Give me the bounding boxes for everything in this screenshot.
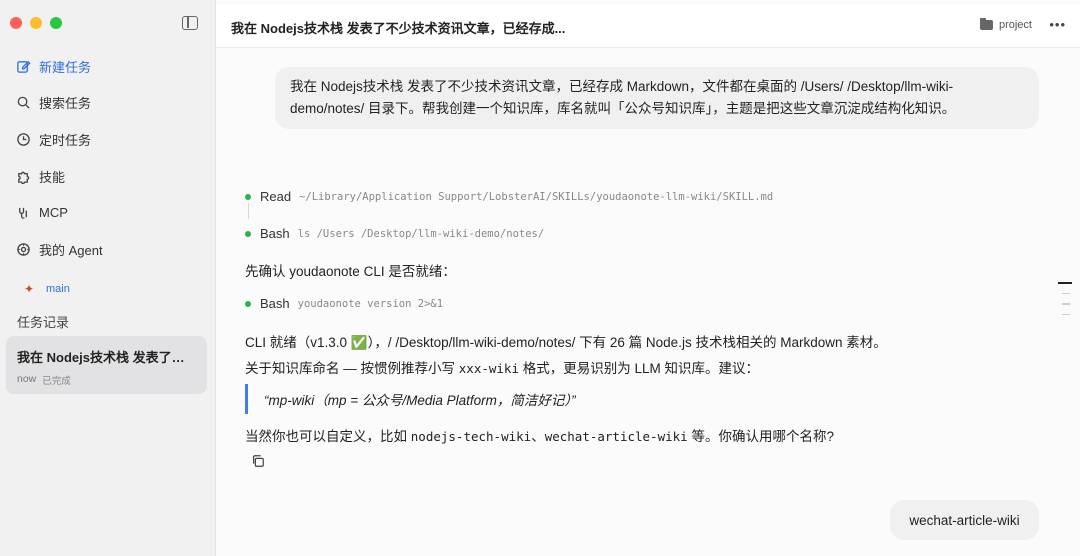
agent-icon: [16, 242, 31, 257]
tool-connector: [248, 203, 249, 219]
task-time: now: [17, 373, 37, 385]
tool-name: Bash: [260, 296, 290, 311]
text-span: 、: [531, 429, 545, 444]
project-label: project: [998, 19, 1032, 31]
success-dot-icon: [245, 300, 251, 307]
sidebar-item-label: 搜索任务: [39, 96, 92, 112]
sidebar-toggle-icon[interactable]: [182, 16, 198, 30]
assistant-text: CLI 就绪（v1.3.0 ✅），/ /Desktop/llm-wiki-dem…: [245, 335, 887, 350]
sidebar-item-label: 新建任务: [39, 59, 92, 75]
inline-code: nodejs-tech-wiki: [410, 429, 532, 444]
app-window: 新建任务 搜索任务 定时任务 技能 MCP 我的 Agent ✦ main 任务…: [0, 0, 1080, 556]
suggestion-quote: “mp-wiki（mp = 公众号/Media Platform，简洁好记）”: [245, 384, 576, 414]
tool-arguments: ~/Library/Application Support/LobsterAI/…: [299, 190, 774, 203]
topbar: 我在 Nodejs技术栈 发表了不少技术资讯文章，已经存成... project…: [216, 5, 1080, 48]
plug-icon: [16, 205, 31, 220]
assistant-text: 先确认 youdaonote CLI 是否就绪：: [245, 264, 456, 279]
window-controls: [10, 17, 62, 29]
user-message-bubble: 我在 Nodejs技术栈 发表了不少技术资讯文章，已经存成 Markdown，文…: [275, 67, 1039, 129]
tool-name: Bash: [260, 226, 290, 241]
conversation-title: 我在 Nodejs技术栈 发表了不少技术资讯文章，已经存成...: [231, 21, 566, 36]
workspace-selector[interactable]: ✦ main: [24, 282, 70, 296]
inline-code: xxx-wiki: [458, 361, 519, 376]
minimap-marker[interactable]: [1062, 303, 1070, 305]
copy-icon[interactable]: [251, 454, 265, 468]
sidebar-item-label: 技能: [39, 169, 66, 185]
sidebar-nav: 新建任务 搜索任务 定时任务 技能 MCP 我的 Agent: [0, 48, 216, 268]
text-span: 关于知识库命名 — 按惯例推荐小写: [245, 361, 456, 376]
workspace-label: main: [46, 283, 70, 295]
clock-icon: [16, 132, 31, 147]
maximize-window-button[interactable]: [50, 17, 62, 29]
minimize-window-button[interactable]: [30, 17, 42, 29]
text-span: 等。你确认用哪个名称?: [691, 429, 834, 444]
sidebar-item-search-task[interactable]: 搜索任务: [0, 85, 216, 122]
task-history-item[interactable]: 我在 Nodejs技术栈 发表了不少技术资讯文章，已经存成... now 已完成: [6, 336, 207, 394]
sidebar-item-scheduled-task[interactable]: 定时任务: [0, 121, 216, 158]
puzzle-icon: [16, 169, 31, 184]
task-history-title: 任务记录: [17, 315, 70, 330]
sidebar: 新建任务 搜索任务 定时任务 技能 MCP 我的 Agent ✦ main 任务…: [0, 0, 216, 556]
sidebar-item-label: MCP: [39, 205, 68, 221]
sidebar-item-mcp[interactable]: MCP: [0, 194, 216, 231]
assistant-text: 关于知识库命名 — 按惯例推荐小写 xxx-wiki 格式，更易识别为 LLM …: [245, 357, 759, 377]
tool-arguments: ls /Users /Desktop/llm-wiki-demo/notes/: [297, 227, 545, 240]
user-reply-bubble: wechat-article-wiki: [890, 500, 1039, 540]
main-panel: 我在 Nodejs技术栈 发表了不少技术资讯文章，已经存成... project…: [216, 0, 1080, 556]
tool-call-read[interactable]: Read ~/Library/Application Support/Lobst…: [245, 189, 773, 204]
success-dot-icon: [245, 193, 251, 200]
folder-icon: [979, 18, 993, 30]
text-span: 当然你也可以自定义，比如: [245, 429, 407, 444]
assistant-text: 当然你也可以自定义，比如 nodejs-tech-wiki、wechat-art…: [245, 425, 834, 445]
tool-call-bash-version[interactable]: Bash youdaonote version 2>&1: [245, 296, 443, 311]
close-window-button[interactable]: [10, 17, 22, 29]
edit-icon: [16, 59, 31, 74]
success-dot-icon: [245, 230, 251, 237]
lobster-icon: ✦: [24, 282, 35, 296]
minimap-marker[interactable]: [1062, 292, 1070, 294]
task-status: 已完成: [42, 376, 71, 387]
tool-call-bash-ls[interactable]: Bash ls /Users /Desktop/llm-wiki-demo/no…: [245, 226, 544, 241]
task-title: 我在 Nodejs技术栈 发表了不少技术资讯文章，已经存成...: [17, 350, 196, 365]
minimap-marker-active[interactable]: [1058, 282, 1072, 284]
sidebar-item-label: 定时任务: [39, 132, 92, 148]
sidebar-item-new-task[interactable]: 新建任务: [0, 48, 216, 85]
project-button[interactable]: project: [979, 18, 1032, 31]
sidebar-item-my-agent[interactable]: 我的 Agent: [0, 231, 216, 268]
minimap-marker[interactable]: [1062, 313, 1070, 315]
sidebar-item-skills[interactable]: 技能: [0, 158, 216, 195]
tool-arguments: youdaonote version 2>&1: [297, 297, 444, 310]
tool-name: Read: [260, 189, 292, 204]
more-options-icon[interactable]: •••: [1049, 17, 1066, 32]
text-span: 格式，更易识别为 LLM 知识库。建议：: [522, 361, 760, 376]
task-meta: now 已完成: [17, 373, 196, 387]
conversation-minimap[interactable]: [1058, 282, 1074, 324]
inline-code: wechat-article-wiki: [544, 429, 688, 444]
search-icon: [16, 95, 31, 110]
sidebar-item-label: 我的 Agent: [39, 242, 103, 258]
